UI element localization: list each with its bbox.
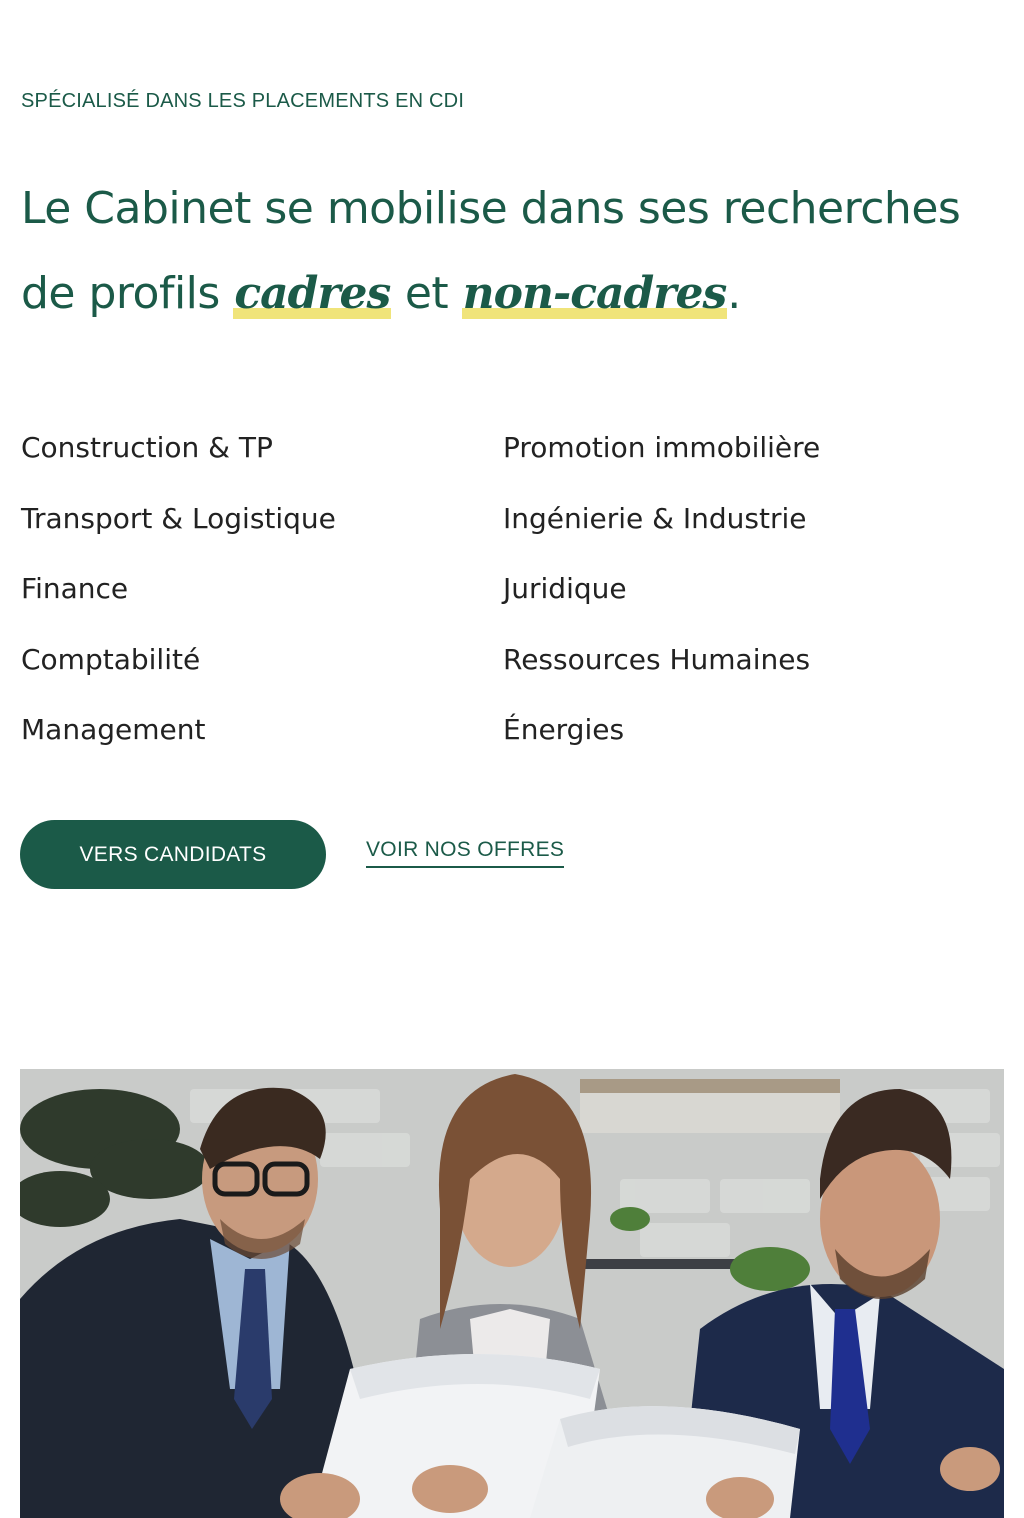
eyebrow-label: SPÉCIALISÉ DANS LES PLACEMENTS EN CDI (21, 90, 465, 112)
headline-suffix: . (727, 268, 741, 319)
page: SPÉCIALISÉ DANS LES PLACEMENTS EN CDI Le… (0, 0, 1024, 1518)
sector-item: Ingénierie & Industrie (503, 501, 807, 535)
photo-shelf (580, 1079, 840, 1093)
sector-item: Management (21, 713, 206, 746)
sector-item: Transport & Logistique (21, 501, 336, 535)
sector-item: Comptabilité (21, 642, 201, 676)
sector-list: Construction & TP Promotion immobilière … (21, 413, 1001, 766)
headline-emphasis-non-cadres: non-cadres (461, 268, 728, 319)
headline: Le Cabinet se mobilise dans ses recherch… (21, 166, 1001, 336)
team-photo (20, 1069, 1004, 1518)
sector-item: Finance (21, 572, 129, 605)
headline-line-2: de profils cadres et non-cadres. (21, 251, 1001, 336)
headline-connector: et (391, 268, 462, 319)
team-photo-illustration (20, 1069, 1004, 1518)
sector-item: Promotion immobilière (503, 431, 821, 464)
sector-item: Juridique (503, 572, 627, 605)
sector-item: Énergies (503, 713, 625, 746)
headline-emphasis-cadres: cadres (233, 268, 391, 319)
headline-prefix: de profils (21, 268, 234, 319)
sector-item: Construction & TP (21, 431, 273, 464)
candidates-button[interactable]: VERS CANDIDATS (20, 820, 326, 889)
view-offers-link[interactable]: VOIR NOS OFFRES (366, 838, 565, 868)
headline-line-1: Le Cabinet se mobilise dans ses recherch… (21, 183, 961, 234)
sector-item: Ressources Humaines (503, 642, 811, 676)
